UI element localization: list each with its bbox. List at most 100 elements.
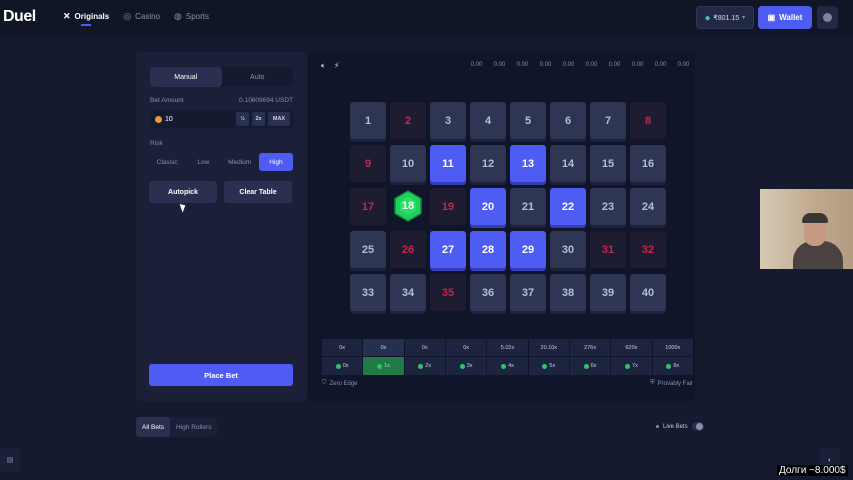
tile-number: 7 xyxy=(604,114,612,127)
keno-tile[interactable]: 33 xyxy=(350,274,386,311)
gem-dot-icon xyxy=(377,363,383,369)
provably-fair-label: Provably Fair xyxy=(657,380,693,387)
payout-hits: 4x xyxy=(487,357,528,375)
keno-tile[interactable]: 16 xyxy=(630,145,666,182)
keno-tile[interactable]: 20 xyxy=(470,188,506,225)
mode-auto-tab[interactable]: Auto xyxy=(222,67,294,87)
keno-tile[interactable]: 18 xyxy=(390,188,426,225)
keno-tile[interactable]: 35 xyxy=(430,274,466,311)
keno-tile[interactable]: 23 xyxy=(590,188,626,225)
payout-multiplier: 276x xyxy=(569,339,611,356)
history-value: 0.00 xyxy=(562,62,575,68)
bet-amount-value[interactable]: 10 xyxy=(165,116,236,123)
lightning-icon[interactable]: ⚡︎ xyxy=(334,61,340,71)
tile-number: 25 xyxy=(361,243,375,256)
payout-multiplier: 0x xyxy=(445,339,487,356)
chat-icon[interactable]: ▤ xyxy=(0,448,20,472)
risk-label: Risk xyxy=(150,140,163,147)
keno-tile[interactable]: 24 xyxy=(630,188,666,225)
keno-tile[interactable]: 1 xyxy=(350,102,386,139)
tile-number: 3 xyxy=(444,114,452,127)
risk-medium-button[interactable]: Medium xyxy=(223,153,257,171)
keno-tile[interactable]: 8 xyxy=(630,102,666,139)
keno-tile[interactable]: 12 xyxy=(470,145,506,182)
keno-tile[interactable]: 26 xyxy=(390,231,426,268)
keno-tile[interactable]: 28 xyxy=(470,231,506,268)
keno-tile[interactable]: 2 xyxy=(390,102,426,139)
keno-tile[interactable]: 39 xyxy=(590,274,626,311)
keno-tile[interactable]: 25 xyxy=(350,231,386,268)
risk-low-button[interactable]: Low xyxy=(186,153,220,171)
keno-tile[interactable]: 30 xyxy=(550,231,586,268)
keno-tile[interactable]: 37 xyxy=(510,274,546,311)
double-bet-button[interactable]: 2x xyxy=(252,112,265,126)
payout-hits: 3x xyxy=(445,357,487,375)
clear-table-button[interactable]: Clear Table xyxy=(224,181,292,203)
tile-number: 36 xyxy=(481,286,495,299)
keno-tile[interactable]: 11 xyxy=(430,145,466,182)
keno-tile[interactable]: 3 xyxy=(430,102,466,139)
nav-label: Originals xyxy=(74,12,110,21)
payout-hits: 0x xyxy=(322,357,363,375)
provably-fair[interactable]: ⛨ Provably Fair xyxy=(650,380,693,387)
keno-tile[interactable]: 13 xyxy=(510,145,546,182)
keno-tile[interactable]: 4 xyxy=(470,102,506,139)
place-bet-button[interactable]: Place Bet xyxy=(149,364,293,386)
payout-column: 0x 2x xyxy=(404,339,445,375)
keno-tile[interactable]: 32 xyxy=(630,231,666,268)
tab-high-rollers[interactable]: High Rollers xyxy=(170,417,217,437)
keno-tile[interactable]: 29 xyxy=(510,231,546,268)
tile-number: 14 xyxy=(561,157,575,170)
risk-classic-button[interactable]: Classic xyxy=(150,153,184,171)
keno-tile[interactable]: 7 xyxy=(590,102,626,139)
keno-tile[interactable]: 10 xyxy=(390,145,426,182)
nav-casino[interactable]: ◎ Casino xyxy=(123,11,160,22)
keno-tile[interactable]: 17 xyxy=(350,188,386,225)
tile-number: 24 xyxy=(641,200,655,213)
duel-logo[interactable]: Duel xyxy=(3,8,36,26)
volume-icon[interactable]: 🔈︎ xyxy=(321,61,326,71)
keno-tile[interactable]: 9 xyxy=(350,145,386,182)
keno-game-area: 🔈︎ ⚡︎ 0.00 0.00 0.00 0.00 0.00 0.00 0.00 0.00 0.… xyxy=(308,52,695,401)
payout-column: 5.02x 4x xyxy=(487,339,528,375)
nav-sports[interactable]: ◍ Sports xyxy=(174,11,209,22)
zero-edge[interactable]: ⛉ Zero Edge xyxy=(322,380,358,387)
keno-tile[interactable]: 27 xyxy=(430,231,466,268)
keno-tile[interactable]: 36 xyxy=(470,274,506,311)
tile-number: 13 xyxy=(521,157,535,170)
max-bet-button[interactable]: MAX xyxy=(268,112,290,126)
keno-tile[interactable]: 6 xyxy=(550,102,586,139)
keno-tile[interactable]: 14 xyxy=(550,145,586,182)
keno-tile[interactable]: 19 xyxy=(430,188,466,225)
keno-tile[interactable]: 21 xyxy=(510,188,546,225)
gem-dot-icon xyxy=(418,363,424,369)
nav-originals[interactable]: ✕ Originals xyxy=(63,11,110,26)
bet-amount-input[interactable]: 10 ½ 2x MAX xyxy=(150,110,293,128)
half-bet-button[interactable]: ½ xyxy=(236,112,249,126)
wallet-button[interactable]: ▣ Wallet xyxy=(758,6,812,29)
keno-tile[interactable]: 31 xyxy=(590,231,626,268)
payout-multiplier: 0x xyxy=(404,339,445,356)
tile-number: 40 xyxy=(641,286,655,299)
keno-tile[interactable]: 5 xyxy=(510,102,546,139)
risk-high-button[interactable]: High xyxy=(258,153,293,171)
keno-tile[interactable]: 40 xyxy=(630,274,666,311)
tab-all-bets[interactable]: All Bets xyxy=(136,417,171,437)
balance-dropdown[interactable]: ◆ ₹801.15 ▾ xyxy=(696,6,754,29)
profile-button[interactable] xyxy=(817,6,838,29)
diamond-icon: ◆ xyxy=(704,14,711,22)
payout-hits: 1x xyxy=(363,357,404,375)
bet-amount-label: Bet Amount xyxy=(150,97,184,104)
live-bets-toggle[interactable]: Live Bets xyxy=(656,422,704,431)
keno-tile[interactable]: 38 xyxy=(550,274,586,311)
keno-tile[interactable]: 22 xyxy=(550,188,586,225)
mode-manual-tab[interactable]: Manual xyxy=(150,67,222,87)
tile-number: 10 xyxy=(401,157,415,170)
keno-tile[interactable]: 15 xyxy=(590,145,626,182)
gem-dot-icon xyxy=(666,363,672,369)
autopick-button[interactable]: Autopick xyxy=(149,181,217,203)
keno-tile[interactable]: 34 xyxy=(390,274,426,311)
result-history: 0.00 0.00 0.00 0.00 0.00 0.00 0.00 0.00 0.00 0.00 xyxy=(468,62,692,68)
live-bets-switch[interactable] xyxy=(691,422,704,431)
tile-number: 5 xyxy=(524,114,532,127)
